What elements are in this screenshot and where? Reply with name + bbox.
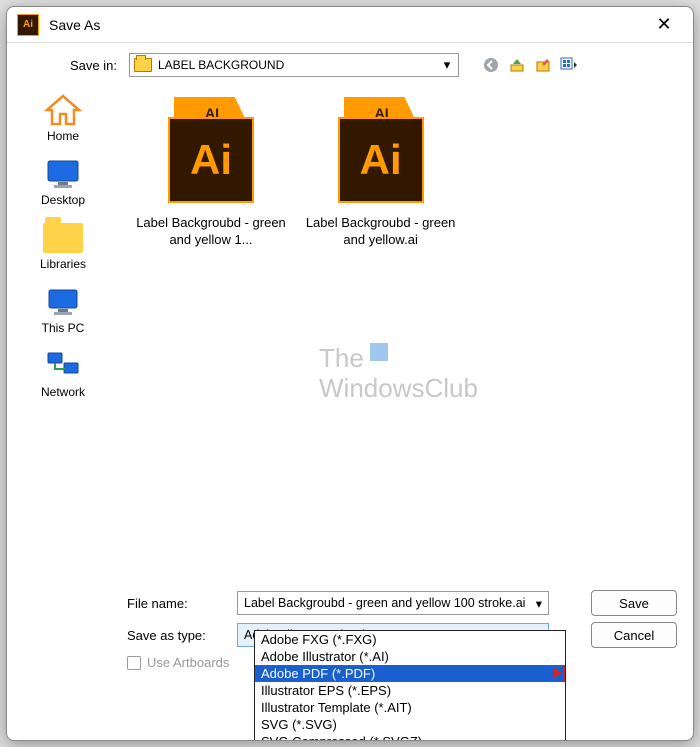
close-icon[interactable]: ✕	[645, 14, 683, 35]
libraries-icon	[43, 221, 83, 255]
file-name-label: File name:	[21, 596, 237, 611]
sidebar-item-home[interactable]: Home	[18, 93, 108, 143]
save-type-option[interactable]: Adobe Illustrator (*.AI)	[255, 648, 565, 665]
sidebar-item-label: This PC	[42, 321, 85, 335]
ai-file-icon: AI Ai	[166, 97, 256, 207]
sidebar-item-desktop[interactable]: Desktop	[18, 157, 108, 207]
save-type-label: Save as type:	[21, 628, 237, 643]
save-type-option[interactable]: Adobe PDF (*.PDF)	[255, 665, 565, 682]
titlebar: Ai Save As ✕	[7, 7, 693, 43]
save-type-option[interactable]: SVG Compressed (*.SVGZ)	[255, 733, 565, 741]
save-type-dropdown[interactable]: Adobe FXG (*.FXG)Adobe Illustrator (*.AI…	[254, 630, 566, 741]
use-artboards-label: Use Artboards	[147, 655, 229, 670]
new-folder-icon[interactable]	[533, 55, 553, 75]
use-artboards-checkbox[interactable]	[127, 656, 141, 670]
files-pane[interactable]: AI Ai Label Backgroubd - green and yello…	[119, 83, 693, 583]
cancel-button[interactable]: Cancel	[591, 622, 677, 648]
sidebar-item-thispc[interactable]: This PC	[18, 285, 108, 335]
nav-icon-bar	[481, 55, 579, 75]
back-icon[interactable]	[481, 55, 501, 75]
window-title: Save As	[49, 17, 645, 33]
watermark: The WindowsClub	[319, 343, 478, 404]
views-icon[interactable]	[559, 55, 579, 75]
save-in-label: Save in:	[19, 58, 129, 73]
up-icon[interactable]	[507, 55, 527, 75]
save-in-row: Save in: LABEL BACKGROUND ▾	[7, 43, 693, 83]
this-pc-icon	[43, 285, 83, 319]
chevron-down-icon: ▾	[440, 57, 454, 73]
sidebar-item-label: Libraries	[40, 257, 86, 271]
sidebar-item-libraries[interactable]: Libraries	[18, 221, 108, 271]
network-icon	[43, 349, 83, 383]
sidebar-item-network[interactable]: Network	[18, 349, 108, 399]
app-icon: Ai	[17, 14, 39, 36]
file-name-input[interactable]: Label Backgroubd - green and yellow 100 …	[237, 591, 549, 615]
folder-icon	[134, 58, 152, 72]
desktop-icon	[43, 157, 83, 191]
file-name-label: Label Backgroubd - green and yellow 1...	[136, 215, 286, 249]
sidebar-item-label: Desktop	[41, 193, 85, 207]
save-in-combo[interactable]: LABEL BACKGROUND ▾	[129, 53, 459, 77]
chevron-down-icon: ▾	[536, 596, 542, 611]
save-type-option[interactable]: Illustrator EPS (*.EPS)	[255, 682, 565, 699]
save-type-option[interactable]: SVG (*.SVG)	[255, 716, 565, 733]
file-tile[interactable]: AI Ai Label Backgroubd - green and yello…	[301, 97, 461, 249]
save-button[interactable]: Save	[591, 590, 677, 616]
save-type-option[interactable]: Adobe FXG (*.FXG)	[255, 631, 565, 648]
ai-file-icon: AI Ai	[336, 97, 426, 207]
save-in-folder-name: LABEL BACKGROUND	[158, 58, 440, 72]
save-type-option[interactable]: Illustrator Template (*.AIT)	[255, 699, 565, 716]
sidebar-item-label: Home	[47, 129, 79, 143]
save-as-dialog: Ai Save As ✕ Save in: LABEL BACKGROUND ▾	[6, 6, 694, 741]
home-icon	[43, 93, 83, 127]
sidebar-item-label: Network	[41, 385, 85, 399]
places-sidebar: Home Desktop Libraries This PC	[7, 83, 119, 583]
file-name-label: Label Backgroubd - green and yellow.ai	[306, 215, 456, 249]
file-name-value: Label Backgroubd - green and yellow 100 …	[244, 596, 525, 610]
file-tile[interactable]: AI Ai Label Backgroubd - green and yello…	[131, 97, 291, 249]
